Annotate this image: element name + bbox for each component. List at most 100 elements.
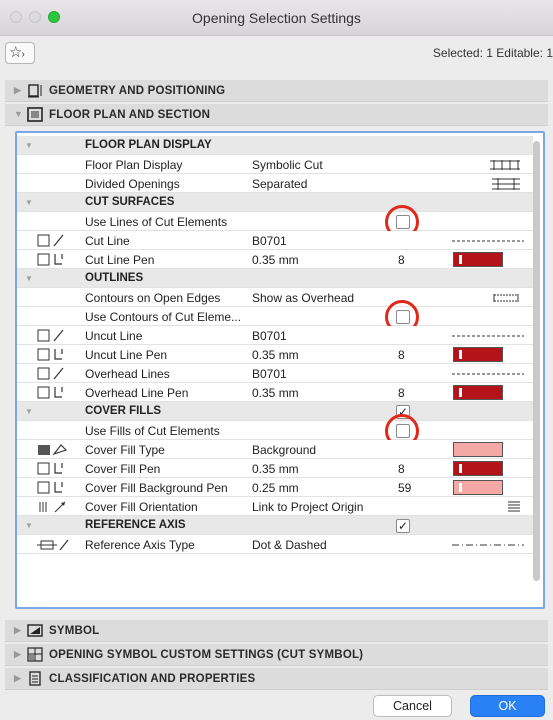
subsection-header[interactable]: ▼ OUTLINES: [17, 269, 533, 288]
settings-row[interactable]: Uncut Line B0701: [17, 326, 533, 345]
settings-row[interactable]: Reference Axis Type Dot & Dashed: [17, 535, 533, 554]
pen-number[interactable]: 8: [398, 348, 405, 362]
section-custom-settings[interactable]: ▶ OPENING SYMBOL CUSTOM SETTINGS (CUT SY…: [5, 644, 548, 666]
ok-button[interactable]: OK: [470, 695, 545, 717]
section-floor-plan[interactable]: ▼ FLOOR PLAN AND SECTION: [5, 104, 548, 126]
settings-row[interactable]: Use Lines of Cut Elements: [17, 205, 533, 239]
row-label: Uncut Line Pen: [85, 348, 168, 362]
disclosure-triangle-open-icon[interactable]: ▼: [25, 141, 33, 150]
row-label: REFERENCE AXIS: [85, 519, 186, 531]
contour-symbol: [452, 290, 532, 305]
row-value[interactable]: 0.35 mm: [252, 348, 299, 362]
settings-row[interactable]: Overhead Line Pen 0.35 mm 8: [17, 383, 533, 402]
settings-row[interactable]: Floor Plan Display Symbolic Cut: [17, 155, 533, 174]
row-value[interactable]: B0701: [252, 329, 287, 343]
checkbox[interactable]: ✓: [396, 519, 410, 533]
row-value[interactable]: Background: [252, 443, 316, 457]
disclosure-triangle-icon: ▶: [14, 649, 22, 659]
title-bar: Opening Selection Settings: [0, 0, 553, 36]
settings-row[interactable]: Use Contours of Cut Eleme...: [17, 300, 533, 334]
pen-icon: [35, 460, 75, 477]
settings-row[interactable]: Cover Fill Orientation Link to Project Or…: [17, 497, 533, 516]
row-value[interactable]: Dot & Dashed: [252, 538, 327, 552]
section-classification[interactable]: ▶ CLASSIFICATION AND PROPERTIES: [5, 668, 548, 690]
row-value[interactable]: Show as Overhead: [252, 291, 354, 305]
section-label: GEOMETRY AND POSITIONING: [49, 85, 226, 97]
floor-plan-settings-panel[interactable]: ▼ FLOOR PLAN DISPLAY Floor Plan Display Sym…: [15, 131, 545, 609]
color-swatch[interactable]: [453, 385, 503, 400]
selection-info: Selected: 1 Editable: 1: [432, 46, 553, 60]
row-value[interactable]: 0.35 mm: [252, 253, 299, 267]
row-value[interactable]: B0701: [252, 234, 287, 248]
row-value[interactable]: B0701: [252, 367, 287, 381]
section-geometry-positioning[interactable]: ▶ GEOMETRY AND POSITIONING: [5, 80, 548, 102]
fill-icon: [35, 441, 75, 458]
pen-icon: [35, 251, 75, 268]
custom-settings-icon: [27, 647, 43, 662]
section-symbol[interactable]: ▶ SYMBOL: [5, 620, 548, 642]
settings-row[interactable]: Uncut Line Pen 0.35 mm 8: [17, 345, 533, 364]
settings-row[interactable]: Divided Openings Separated: [17, 174, 533, 193]
disclosure-triangle-open-icon[interactable]: ▼: [25, 274, 33, 283]
cancel-button[interactable]: Cancel: [373, 695, 452, 717]
row-label: Cut Line: [85, 234, 130, 248]
settings-row[interactable]: Cover Fill Background Pen 0.25 mm 59: [17, 478, 533, 497]
fp-symbol: [452, 157, 532, 172]
disclosure-triangle-open-icon: ▼: [14, 109, 24, 119]
color-swatch[interactable]: [453, 461, 503, 476]
dashed-line: [452, 366, 532, 381]
pen-number[interactable]: 59: [398, 481, 411, 495]
dashed-line: [452, 233, 532, 248]
settings-row[interactable]: Cut Line Pen 0.35 mm 8: [17, 250, 533, 269]
subsection-header[interactable]: ▼ COVER FILLS ✓: [17, 402, 533, 421]
classification-icon: [29, 671, 41, 686]
row-value[interactable]: Symbolic Cut: [252, 158, 323, 172]
line-icon: [35, 327, 75, 344]
disclosure-triangle-icon: ▶: [14, 85, 22, 95]
pen-number[interactable]: 8: [398, 386, 405, 400]
subsection-header[interactable]: ▼ CUT SURFACES: [17, 193, 533, 212]
row-label: CUT SURFACES: [85, 196, 175, 208]
settings-row[interactable]: Contours on Open Edges Show as Overhead: [17, 288, 533, 307]
floor-plan-icon: [27, 107, 43, 122]
subsection-header[interactable]: ▼ FLOOR PLAN DISPLAY: [17, 136, 533, 155]
row-label: Cover Fill Background Pen: [85, 481, 228, 495]
dotdash-line: [452, 537, 532, 552]
disclosure-triangle-icon: ▶: [14, 673, 22, 683]
row-label: OUTLINES: [85, 272, 144, 284]
row-label: Contours on Open Edges: [85, 291, 221, 305]
settings-row[interactable]: Cover Fill Pen 0.35 mm 8: [17, 459, 533, 478]
settings-row[interactable]: Cut Line B0701: [17, 231, 533, 250]
row-value[interactable]: 0.25 mm: [252, 481, 299, 495]
line-icon: [35, 365, 75, 382]
settings-row[interactable]: Cover Fill Type Background: [17, 440, 533, 459]
section-label: FLOOR PLAN AND SECTION: [49, 109, 211, 121]
color-swatch[interactable]: [453, 480, 503, 495]
color-swatch[interactable]: [453, 442, 503, 457]
color-swatch[interactable]: [453, 252, 503, 267]
row-label: Reference Axis Type: [85, 538, 195, 552]
row-label: FLOOR PLAN DISPLAY: [85, 139, 212, 151]
dashed-line: [452, 328, 532, 343]
subsection-header[interactable]: ▼ REFERENCE AXIS ✓: [17, 516, 533, 535]
disclosure-triangle-open-icon[interactable]: ▼: [25, 521, 33, 530]
chevron-right-icon: ›: [21, 49, 25, 60]
disclosure-triangle-open-icon[interactable]: ▼: [25, 407, 33, 416]
row-label: Cover Fill Type: [85, 443, 165, 457]
disclosure-triangle-open-icon[interactable]: ▼: [25, 198, 33, 207]
pen-number[interactable]: 8: [398, 253, 405, 267]
row-value[interactable]: Link to Project Origin: [252, 500, 363, 514]
settings-row[interactable]: Overhead Lines B0701: [17, 364, 533, 383]
pen-number[interactable]: 8: [398, 462, 405, 476]
vertical-scrollbar[interactable]: [533, 141, 540, 581]
row-label: Floor Plan Display: [85, 158, 183, 172]
color-swatch[interactable]: [453, 347, 503, 362]
favorites-button[interactable]: ☆›: [5, 42, 35, 64]
pen-icon: [35, 346, 75, 363]
row-value[interactable]: Separated: [252, 177, 307, 191]
row-value[interactable]: 0.35 mm: [252, 386, 299, 400]
row-label: Cover Fill Orientation: [85, 500, 198, 514]
row-value[interactable]: 0.35 mm: [252, 462, 299, 476]
settings-row[interactable]: Use Fills of Cut Elements: [17, 414, 533, 448]
orientation-icon: [35, 498, 75, 515]
